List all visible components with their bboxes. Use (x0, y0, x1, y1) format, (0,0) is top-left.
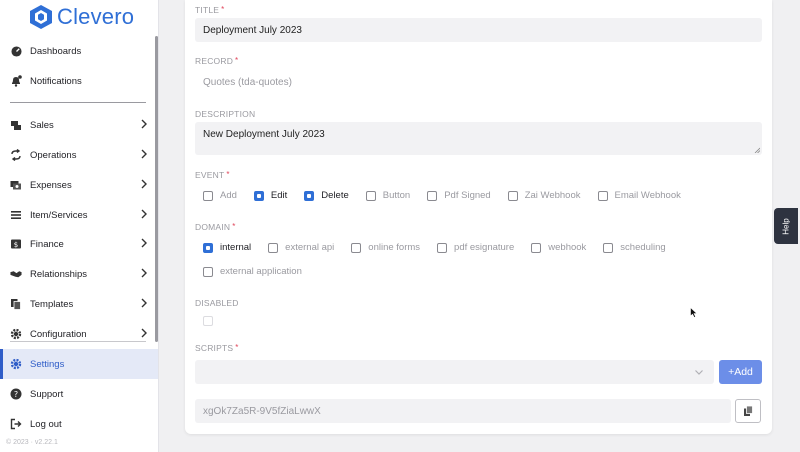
chevron-right-icon (141, 179, 147, 189)
domain-label: DOMAIN * (195, 222, 236, 232)
sidebar-divider (10, 102, 146, 103)
help-tab-label: Help (781, 217, 791, 235)
record-label: RECORD * (195, 56, 239, 66)
event-button-checkbox[interactable]: Button (365, 190, 410, 201)
sidebar-item-label: Item/Services (30, 209, 88, 221)
sidebar-item-relationships[interactable]: Relationships (0, 259, 158, 289)
finance-icon: $ (10, 238, 22, 250)
event-delete-checkbox[interactable]: Delete (304, 190, 349, 201)
svg-text:?: ? (14, 390, 18, 399)
description-label: DESCRIPTION (195, 109, 256, 119)
sidebar-item-configuration[interactable]: Configuration (0, 319, 158, 349)
trigger-token-field[interactable]: xgOk7Za5R-9V5fZiaLwwX (195, 399, 731, 423)
sidebar-item-logout[interactable]: Log out (0, 409, 158, 439)
disabled-option (203, 316, 237, 326)
sidebar-item-label: Expenses (30, 179, 72, 191)
event-email-webhook-checkbox[interactable]: Email Webhook (597, 190, 681, 201)
sidebar-item-label: Log out (30, 418, 62, 430)
domain-external-api-checkbox[interactable]: external api (268, 242, 334, 253)
sidebar: Clevero Dashboards Notifications Sales O… (0, 0, 159, 452)
sidebar-item-label: Finance (30, 238, 64, 250)
event-edit-checkbox[interactable]: Edit (253, 190, 287, 201)
title-label: TITLE * (195, 5, 225, 15)
sidebar-item-dashboards[interactable]: Dashboards (0, 36, 158, 66)
chevron-right-icon (141, 119, 147, 129)
domain-online-forms-checkbox[interactable]: online forms (351, 242, 420, 253)
sidebar-item-templates[interactable]: Templates (0, 289, 158, 319)
domain-pdf-esignature-checkbox[interactable]: pdf esignature (437, 242, 514, 253)
list-icon (10, 209, 22, 221)
event-options: Add Edit Delete Button Pdf Signed Zai We… (203, 190, 698, 201)
sidebar-item-label: Settings (30, 358, 65, 370)
copy-token-button[interactable] (735, 399, 761, 423)
clevero-logo-icon (30, 5, 52, 29)
help-tab[interactable]: Help (774, 208, 798, 244)
templates-icon (10, 298, 22, 310)
dashboard-icon (10, 45, 22, 57)
title-input[interactable]: Deployment July 2023 (195, 18, 762, 42)
sidebar-item-label: Relationships (30, 268, 88, 280)
sidebar-item-label: Operations (30, 149, 77, 161)
expenses-icon (10, 179, 22, 191)
sales-icon (10, 119, 22, 131)
disabled-label: DISABLED (195, 298, 239, 308)
gear-icon (10, 328, 22, 340)
chevron-right-icon (141, 268, 147, 278)
sidebar-item-label: Dashboards (30, 45, 82, 57)
bell-icon (10, 75, 22, 87)
sidebar-divider (10, 341, 146, 342)
sidebar-item-expenses[interactable]: Expenses (0, 170, 158, 200)
domain-options-row-2: external application (203, 266, 319, 277)
chevron-right-icon (141, 328, 147, 338)
copy-icon (744, 405, 753, 416)
brand-name: Clevero (57, 4, 135, 29)
scripts-label: SCRIPTS * (195, 343, 239, 353)
sidebar-item-sales[interactable]: Sales (0, 110, 158, 140)
handshake-icon (10, 268, 22, 280)
gear-icon (10, 358, 22, 370)
domain-scheduling-checkbox[interactable]: scheduling (603, 242, 666, 253)
brand-logo[interactable]: Clevero (28, 4, 134, 30)
sidebar-item-support[interactable]: ? Support (0, 379, 158, 409)
event-label: EVENT * (195, 170, 230, 180)
sidebar-item-label: Configuration (30, 328, 87, 340)
sidebar-item-label: Notifications (30, 75, 82, 87)
svg-text:$: $ (14, 241, 18, 249)
sidebar-item-label: Sales (30, 119, 54, 131)
chevron-right-icon (141, 209, 147, 219)
chevron-right-icon (141, 238, 147, 248)
event-add-checkbox[interactable]: Add (203, 190, 237, 201)
sidebar-item-settings[interactable]: Settings (0, 349, 158, 379)
description-textarea[interactable]: New Deployment July 2023 (195, 122, 762, 155)
sync-icon (10, 149, 22, 161)
sidebar-item-item-services[interactable]: Item/Services (0, 200, 158, 230)
description-text: New Deployment July 2023 (203, 129, 325, 140)
domain-options: internal external api online forms pdf e… (203, 242, 683, 253)
help-circle-icon: ? (10, 388, 22, 400)
event-pdf-signed-checkbox[interactable]: Pdf Signed (427, 190, 491, 201)
record-field[interactable]: Quotes (tda-quotes) (195, 70, 762, 94)
sidebar-item-finance[interactable]: $ Finance (0, 229, 158, 259)
trigger-form: TITLE * Deployment July 2023 RECORD * Quot… (185, 0, 772, 434)
logout-icon (10, 418, 22, 430)
sidebar-item-label: Templates (30, 298, 74, 310)
domain-external-application-checkbox[interactable]: external application (203, 266, 302, 277)
domain-webhook-checkbox[interactable]: webhook (531, 242, 586, 253)
mouse-cursor-icon (690, 307, 698, 318)
domain-internal-checkbox[interactable]: internal (203, 242, 251, 253)
add-script-button[interactable]: +Add (719, 360, 762, 384)
app-version: © 2023 · v2.22.1 (6, 439, 58, 446)
scripts-select[interactable] (195, 360, 714, 384)
chevron-down-icon (695, 370, 703, 375)
resize-handle-icon[interactable] (754, 147, 760, 153)
sidebar-item-label: Support (30, 388, 64, 400)
sidebar-item-notifications[interactable]: Notifications (0, 66, 158, 96)
chevron-right-icon (141, 149, 147, 159)
chevron-right-icon (141, 298, 147, 308)
event-zai-webhook-checkbox[interactable]: Zai Webhook (507, 190, 581, 201)
disabled-checkbox[interactable] (203, 316, 220, 326)
sidebar-item-operations[interactable]: Operations (0, 140, 158, 170)
